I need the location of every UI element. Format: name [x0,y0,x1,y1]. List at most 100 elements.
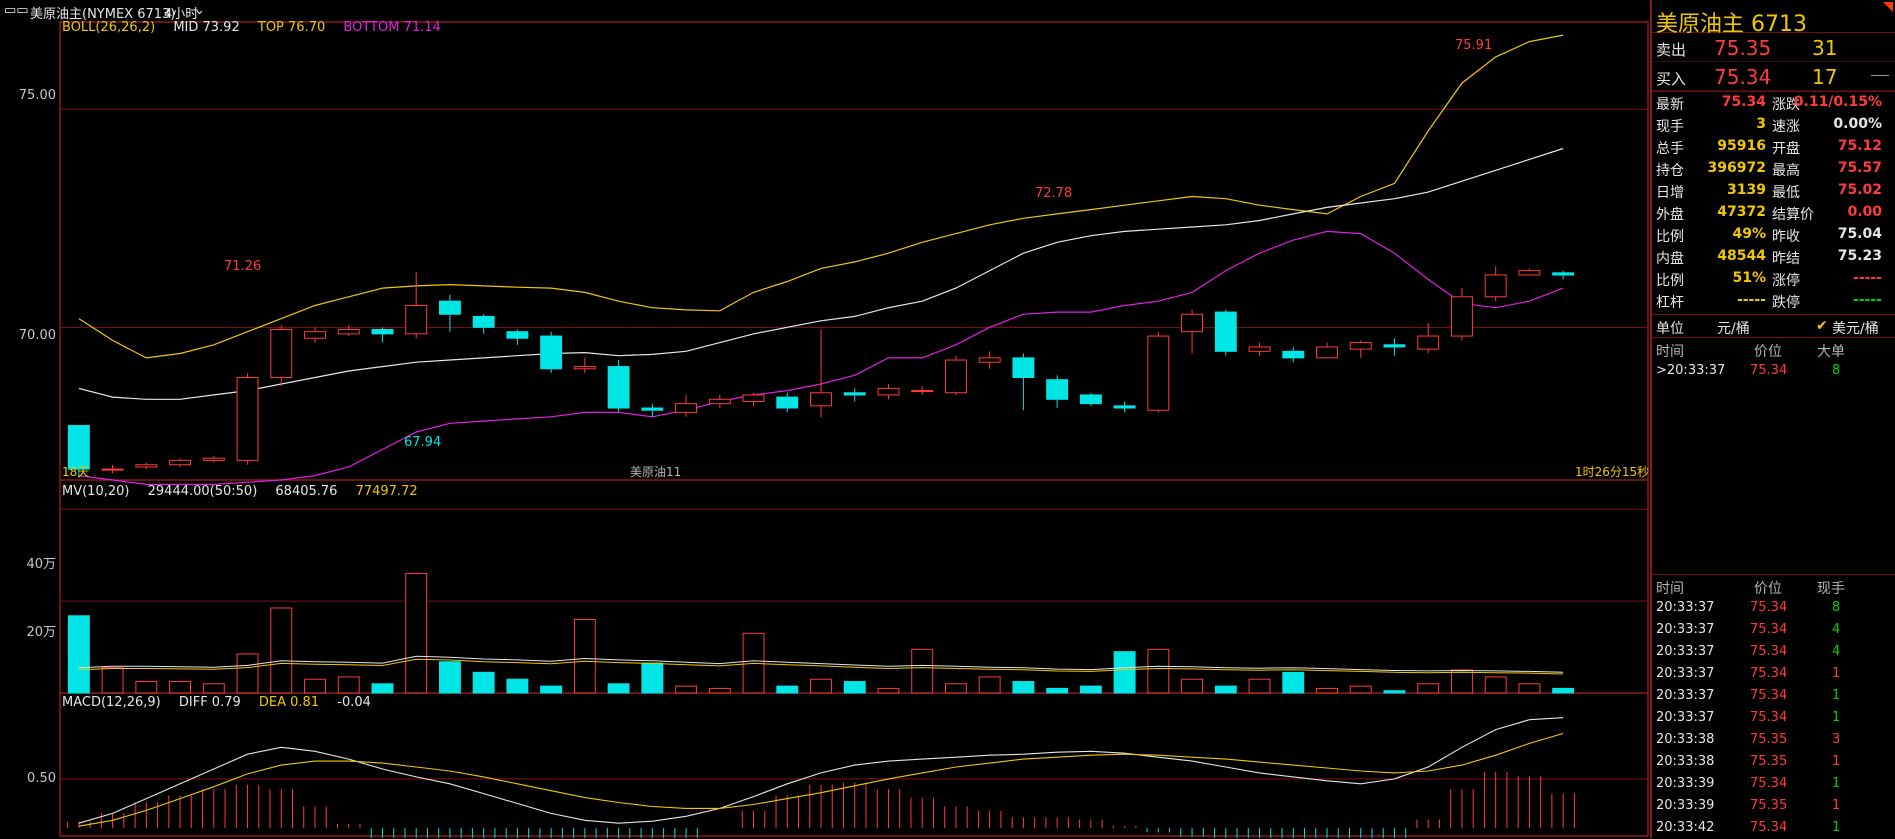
row-volume: 1 [1832,820,1841,835]
table-row[interactable]: 20:33:42 75.34 1 [1652,817,1895,839]
candle-body [405,305,428,335]
footer-center: 美原油11 [630,465,682,479]
stat-right-1: 速涨 0.00% [1772,116,1882,138]
row-price: 75.34 [1750,776,1788,791]
stat-value: ----- [1736,292,1766,308]
row-price: 75.34 [1750,363,1788,378]
row-price: 75.34 [1750,710,1788,725]
footer-right: 1时26分15秒 [1575,465,1650,479]
chevron-down-icon[interactable]: ⌄ [194,3,205,18]
row-volume: 1 [1832,798,1841,813]
table-row[interactable]: 20:33:38 75.35 1 [1652,751,1895,773]
high-annotation: 75.91 [1455,38,1493,53]
stat-value: 0.00 [1847,204,1882,220]
stat-label: 昨结 [1772,251,1800,267]
bid-price: 75.34 [1714,65,1772,89]
candle-body [944,359,967,394]
stat-right-7: 昨结 75.23 [1772,248,1882,270]
vol-tick-20w: 20万 [26,625,56,640]
row-volume: 4 [1832,622,1841,637]
row-volume: 1 [1832,754,1841,769]
menu-icon[interactable]: ▭▭ [4,3,29,18]
stat-label: 现手 [1656,119,1684,135]
volume-bar [101,667,124,694]
ticks-header: 时间 价位 现手 [1652,575,1895,597]
candle-body [1012,357,1035,378]
candle-body [810,392,832,407]
ticks-header-vol: 现手 [1817,581,1845,597]
row-price: 75.34 [1750,820,1788,835]
table-row[interactable]: 20:33:37 75.34 1 [1652,685,1895,707]
row-time: 20:33:39 [1656,776,1715,791]
stat-left-9: 杠杆 ----- [1656,292,1766,314]
row-volume: 4 [1832,644,1841,659]
bid-marker [1871,75,1889,76]
table-row[interactable]: 20:33:37 75.34 4 [1652,619,1895,641]
stat-right-3: 最高 75.57 [1772,160,1882,182]
stat-label: 跌停 [1772,295,1800,311]
stat-label: 结算价 [1772,207,1814,223]
stats-grid: 最新 75.34 现手 3 总手 95916 持仓 396972 日增 3139 外盘 47372 比例… [1652,91,1895,314]
big-orders-list: >20:33:37 75.34 8 [1652,360,1895,382]
peak-annotation-2: 72.78 [1035,186,1073,201]
table-row[interactable]: 20:33:37 75.34 4 [1652,641,1895,663]
stat-left-1: 现手 3 [1656,116,1766,138]
row-price: 75.34 [1750,622,1788,637]
row-time: 20:33:39 [1656,798,1715,813]
volume-bar [911,648,934,694]
table-row[interactable]: 20:33:38 75.35 3 [1652,729,1895,751]
unit-option-usd[interactable]: 美元/桶 [1832,318,1879,338]
table-row[interactable]: 20:33:37 75.34 8 [1652,597,1895,619]
candle-body [1450,296,1473,337]
volume-bar [202,683,225,694]
candle-body [135,464,158,468]
stat-right-6: 昨收 75.04 [1772,226,1882,248]
macd-name[interactable]: MACD(12,26,9) [62,695,161,710]
volume-bar [978,676,1001,694]
candle-body [1383,344,1406,348]
row-time: 20:33:38 [1656,732,1715,747]
candle-body [169,459,192,466]
volume-bar [1113,651,1136,694]
volume-bar [1214,685,1237,694]
stat-label: 最高 [1772,163,1800,179]
table-row[interactable]: 20:33:37 75.34 1 [1652,707,1895,729]
boll-name[interactable]: BOLL(26,26,2) [62,20,155,35]
candle-body [573,366,596,370]
stat-label: 持仓 [1656,163,1684,179]
candle-body [472,315,495,328]
stat-label: 最低 [1772,185,1800,201]
big-orders-header-big: 大单 [1817,344,1845,360]
bid-volume: 17 [1812,65,1838,89]
macd-value: -0.04 [337,695,371,710]
row-volume: 1 [1832,776,1841,791]
mv-name[interactable]: MV(10,20) [62,484,129,499]
volume-bar [1012,681,1035,694]
candle-body [202,457,225,461]
table-row[interactable]: 20:33:37 75.34 1 [1652,663,1895,685]
candle-body [1046,379,1069,400]
macd-tick-050: 0.50 [27,771,56,786]
stat-right-5: 结算价 0.00 [1772,204,1882,226]
volume-bar [843,681,866,694]
candle-body [1552,272,1575,276]
volume-bar [506,678,529,694]
stat-right-9: 跌停 ----- [1772,292,1882,314]
macd-diff: DIFF 0.79 [178,695,241,710]
table-row[interactable]: 20:33:39 75.34 1 [1652,773,1895,795]
row-volume: 1 [1832,688,1841,703]
low-annotation: 67.94 [404,435,442,450]
volume-bar [607,683,630,694]
row-time: 20:33:37 [1656,644,1715,659]
volume-bar [1079,685,1102,694]
volume-bar [573,618,596,694]
stat-value: 0.00% [1833,116,1882,132]
mv-v3: 77497.72 [355,484,418,499]
volume-bar [1147,648,1170,694]
table-row[interactable]: >20:33:37 75.34 8 [1652,360,1895,382]
stat-value: 75.23 [1837,248,1882,264]
big-orders-header-price: 价位 [1754,344,1782,360]
unit-option-cny[interactable]: 元/桶 [1717,318,1750,338]
volume-bar [1046,687,1069,694]
table-row[interactable]: 20:33:39 75.35 1 [1652,795,1895,817]
